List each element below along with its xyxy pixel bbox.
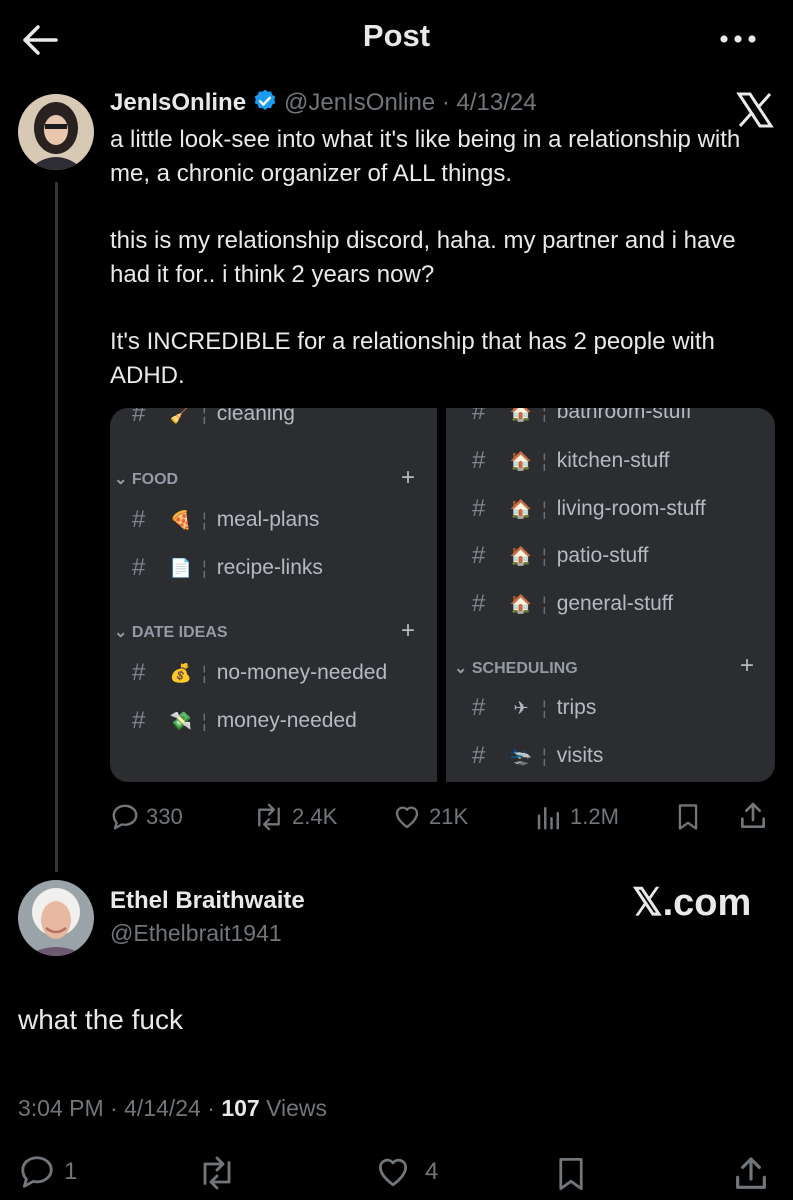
share-icon[interactable] bbox=[737, 800, 769, 832]
channel-visits: # 🛬 ¦ visits bbox=[472, 742, 604, 769]
channel-money-needed: # 💸 ¦ money-needed bbox=[132, 707, 357, 734]
house-icon: 🏠 bbox=[509, 408, 533, 422]
heart-icon bbox=[378, 1158, 408, 1187]
reply-icon bbox=[112, 804, 138, 830]
tweet-paragraph: a little look-see into what it's like be… bbox=[110, 126, 741, 187]
money-wings-icon: 💸 bbox=[169, 710, 193, 731]
reply-like-action[interactable]: 4 bbox=[373, 1153, 438, 1191]
add-channel-icon: + bbox=[740, 652, 755, 679]
like-action[interactable]: 21K bbox=[391, 800, 468, 834]
author-handle[interactable]: @JenIsOnline bbox=[284, 89, 435, 116]
meta-separator: · bbox=[110, 1095, 118, 1121]
reply-time[interactable]: 3:04 PM bbox=[18, 1095, 104, 1121]
verified-badge-icon bbox=[254, 89, 276, 110]
channel-general-stuff: # 🏠 ¦ general-stuff bbox=[472, 590, 674, 617]
channel-cleaning: # 🧹 ¦ cleaning bbox=[132, 408, 295, 428]
tweet-header: JenIsOnline @JenIsOnline · 4/13/24 bbox=[110, 88, 537, 117]
reply-action[interactable]: 330 bbox=[110, 800, 183, 834]
page-title: Post bbox=[362, 18, 431, 53]
views-action[interactable]: 1.2M bbox=[534, 800, 619, 834]
page-icon: 📄 bbox=[169, 557, 193, 578]
reply-views-label: Views bbox=[266, 1095, 328, 1121]
reply-count: 330 bbox=[146, 804, 183, 829]
reply-timestamp-row: 3:04 PM · 4/14/24 · 107 Views bbox=[18, 1095, 327, 1122]
channel-kitchen-stuff: # 🏠 ¦ kitchen-stuff bbox=[472, 447, 670, 474]
views-count: 1.2M bbox=[570, 804, 619, 829]
pizza-icon: 🍕 bbox=[169, 509, 193, 530]
reply-text: what the fuck bbox=[18, 1004, 183, 1035]
x-com-watermark: 𝕏.com bbox=[632, 882, 752, 924]
repost-count: 2.4K bbox=[292, 804, 338, 829]
channel-no-money-needed: # 💰 ¦ no-money-needed bbox=[132, 659, 388, 686]
bookmark-icon[interactable] bbox=[674, 802, 702, 832]
heart-icon bbox=[395, 806, 419, 829]
like-count: 21K bbox=[429, 804, 469, 829]
add-channel-icon: + bbox=[401, 464, 416, 491]
category-scheduling: ⌄ SCHEDULING bbox=[454, 660, 578, 677]
repost-action[interactable]: 2.4K bbox=[252, 800, 337, 834]
repost-icon[interactable] bbox=[196, 1155, 238, 1191]
tweet-paragraph: It's INCREDIBLE for a relationship that … bbox=[110, 328, 715, 389]
money-bag-icon: 💰 bbox=[169, 662, 193, 683]
repost-icon bbox=[258, 803, 280, 831]
reply-views-count: 107 bbox=[221, 1095, 260, 1121]
reply-author-name[interactable]: Ethel Braithwaite bbox=[110, 887, 305, 915]
meta-separator: · bbox=[441, 89, 450, 116]
reply-author-handle[interactable]: @Ethelbrait1941 bbox=[110, 920, 282, 947]
share-icon[interactable] bbox=[731, 1154, 771, 1194]
broom-icon: 🧹 bbox=[169, 408, 193, 424]
airplane-arrival-icon: 🛬 bbox=[509, 745, 533, 766]
tweet-media-image[interactable]: # 🧹 ¦ cleaning ⌄ FOOD + # 🍕 ¦ meal-plans # 📄 ¦ re… bbox=[110, 408, 775, 782]
channel-recipe-links: # 📄 ¦ recipe-links bbox=[132, 554, 323, 581]
bookmark-icon[interactable] bbox=[553, 1155, 589, 1193]
channel-patio-stuff: # 🏠 ¦ patio-stuff bbox=[472, 542, 649, 569]
tweet-text: a little look-see into what it's like be… bbox=[110, 123, 780, 426]
media-divider bbox=[437, 408, 446, 782]
channel-meal-plans: # 🍕 ¦ meal-plans bbox=[132, 506, 320, 533]
meta-separator: · bbox=[207, 1095, 215, 1121]
channel-trips: # ✈ ¦ trips bbox=[472, 694, 597, 721]
add-channel-icon: + bbox=[401, 617, 416, 644]
house-icon: 🏠 bbox=[509, 450, 533, 471]
views-chart-icon bbox=[537, 807, 559, 830]
category-date-ideas: ⌄ DATE IDEAS bbox=[114, 624, 228, 641]
channel-bathroom-stuff: # 🏠 ¦ bathroom-stuff bbox=[472, 408, 692, 426]
category-food: ⌄ FOOD bbox=[114, 471, 179, 488]
reply-reply-action[interactable]: 1 bbox=[18, 1153, 77, 1191]
airplane-departure-icon: ✈ bbox=[513, 697, 529, 718]
house-icon: 🏠 bbox=[509, 498, 533, 519]
tweet-paragraph: this is my relationship discord, haha. m… bbox=[110, 227, 736, 288]
tweet-date[interactable]: 4/13/24 bbox=[457, 89, 537, 116]
reply-like-count: 4 bbox=[425, 1158, 439, 1185]
reply-author-avatar[interactable] bbox=[18, 880, 94, 956]
reply-reply-count: 1 bbox=[64, 1158, 78, 1185]
reply-icon bbox=[21, 1156, 53, 1188]
house-icon: 🏠 bbox=[509, 545, 533, 566]
house-icon: 🏠 bbox=[509, 593, 533, 614]
channel-living-room-stuff: # 🏠 ¦ living-room-stuff bbox=[472, 495, 706, 522]
more-dots-icon[interactable] bbox=[716, 24, 760, 54]
thread-line bbox=[55, 182, 58, 872]
author-name[interactable]: JenIsOnline bbox=[110, 89, 246, 116]
author-avatar[interactable] bbox=[18, 94, 94, 170]
reply-date[interactable]: 4/14/24 bbox=[124, 1095, 201, 1121]
